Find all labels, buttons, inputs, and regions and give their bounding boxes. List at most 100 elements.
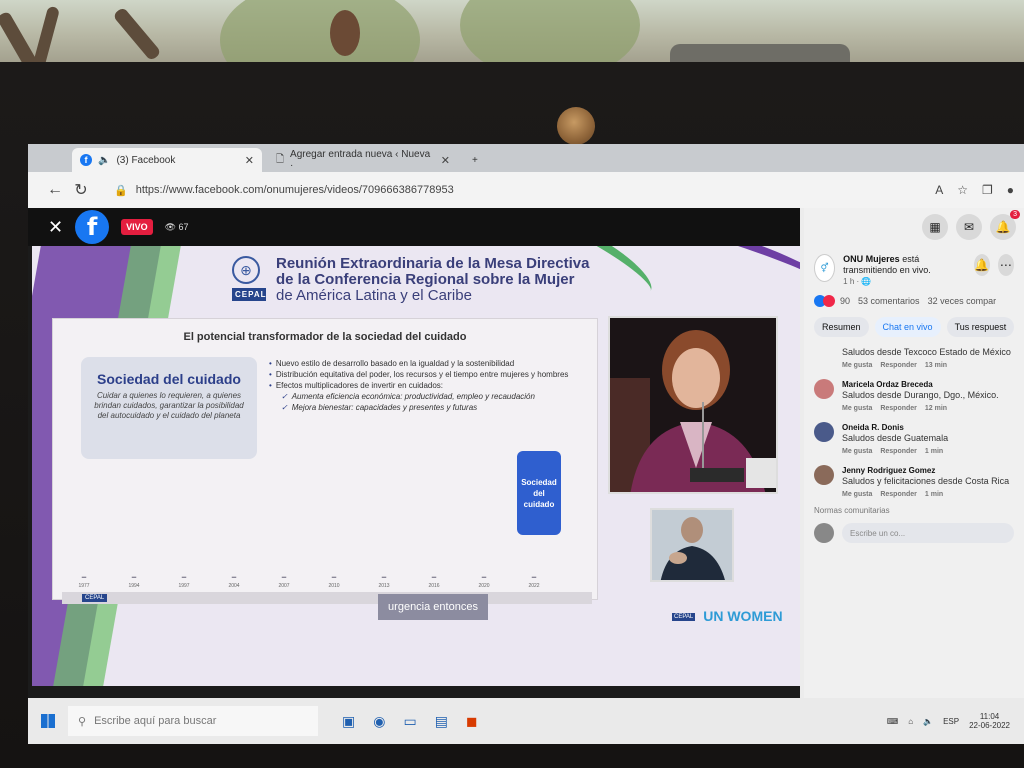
url-text: https://www.facebook.com/onumujeres/vide…: [135, 184, 454, 196]
like-link[interactable]: Me gusta: [842, 448, 872, 455]
reaction-icons: [814, 295, 835, 307]
reply-link[interactable]: Responder: [880, 448, 917, 455]
speaker-portrait: [610, 318, 776, 492]
reply-link[interactable]: Responder: [880, 491, 917, 498]
comment-time: 1 min: [924, 448, 944, 455]
timeline-item: ▬ 1997: [178, 574, 190, 589]
timeline-item: ▬ 2022: [528, 574, 540, 589]
comment-text: Saludos desde Texcoco Estado de México: [842, 347, 1011, 357]
hanging-ornament: [330, 10, 360, 56]
like-link[interactable]: Me gusta: [842, 362, 872, 369]
comment-time: 13 min: [924, 362, 948, 369]
menu-grid-icon[interactable]: ▦: [922, 214, 948, 240]
tab-label: Agregar entrada nueva ‹ Nueva ·: [290, 149, 431, 171]
facebook-icon: f: [80, 154, 92, 166]
reaction-count[interactable]: 90: [840, 296, 850, 306]
comment-time: 12 min: [924, 405, 948, 412]
profile-icon[interactable]: ●: [1007, 183, 1014, 197]
browser-tab-bar: f 🔈 (3) Facebook ✕ 🗋 Agregar entrada nue…: [28, 144, 1024, 172]
subtitle-caption: urgencia entonces: [378, 594, 488, 620]
notifications-icon[interactable]: 🔔 3: [990, 210, 1020, 240]
tab-resumen[interactable]: Resumen: [814, 317, 869, 337]
video-player[interactable]: ✕ f VIVO 👁 67 ⊕ CEPAL Reunión Extraordin…: [28, 208, 800, 698]
love-reaction-icon: [823, 295, 835, 307]
community-norms-link[interactable]: Normas comunitarias: [804, 504, 1024, 517]
windows-taskbar: ⚲ Escribe aquí para buscar ▣ ◉ ▭ ▤ ◼ ⌨ ⌂…: [28, 698, 1024, 744]
reply-link[interactable]: Responder: [880, 405, 917, 412]
read-aloud-icon[interactable]: A: [935, 183, 943, 197]
timeline-item: ▬ 2020: [478, 574, 490, 589]
office-icon[interactable]: ◼: [466, 713, 478, 730]
network-icon[interactable]: ⌂: [908, 717, 913, 726]
comment-item: Saludos desde Texcoco Estado de México M…: [804, 343, 1024, 375]
close-tab-icon[interactable]: ✕: [245, 154, 254, 167]
comment-author[interactable]: Maricela Ordaz Breceda: [842, 379, 999, 390]
check-item: Mejora bienestar: capacidades y presente…: [269, 403, 581, 413]
system-tray: ⌨ ⌂ 🔈 ESP 11:04 22-06-2022: [887, 712, 1024, 730]
tab-agregar-entrada[interactable]: 🗋 Agregar entrada nueva ‹ Nueva · ✕: [268, 148, 458, 172]
search-placeholder: Escribe aquí para buscar: [94, 715, 217, 727]
taskbar-search[interactable]: ⚲ Escribe aquí para buscar: [68, 706, 318, 736]
timeline-item: ▬ 2016: [428, 574, 440, 589]
like-link[interactable]: Me gusta: [842, 491, 872, 498]
comment-text: Saludos y felicitaciones desde Costa Ric…: [842, 476, 1010, 486]
store-icon[interactable]: ▤: [435, 713, 448, 730]
webcam-cover: [557, 107, 595, 145]
comment-time: 1 min: [924, 491, 944, 498]
comment-item: Jenny Rodriguez Gomez Saludos y felicita…: [804, 461, 1024, 504]
file-explorer-icon[interactable]: ▭: [403, 713, 416, 730]
edge-icon[interactable]: ◉: [373, 713, 385, 730]
footer-cepal-logo: CEPAL: [82, 594, 108, 602]
page-name[interactable]: ONU Mujeres: [843, 254, 900, 264]
collections-icon[interactable]: ❐: [982, 183, 993, 197]
comment-input[interactable]: Escribe un co...: [842, 523, 1014, 543]
facebook-logo-icon[interactable]: f: [75, 210, 110, 244]
comment-text: Saludos desde Durango, Dgo., México.: [842, 390, 999, 400]
tab-chat-en-vivo[interactable]: Chat en vivo: [874, 317, 941, 337]
task-view-icon[interactable]: ▣: [342, 713, 355, 730]
share-count[interactable]: 32 veces compar: [928, 296, 997, 306]
comment-item: Oneida R. Donis Saludos desde Guatemala …: [804, 418, 1024, 461]
close-tab-icon[interactable]: ✕: [441, 154, 450, 167]
windows-start-icon[interactable]: [28, 714, 68, 728]
language-indicator[interactable]: ESP: [943, 717, 959, 726]
keyboard-icon[interactable]: ⌨: [887, 717, 899, 726]
avatar[interactable]: [814, 422, 834, 442]
comment-count[interactable]: 53 comentarios: [858, 296, 920, 306]
comment-author[interactable]: Jenny Rodriguez Gomez: [842, 465, 1009, 476]
page-time: 1 h · 🌐: [843, 277, 872, 286]
user-avatar[interactable]: [814, 523, 834, 543]
bell-icon[interactable]: 🔔: [973, 254, 990, 276]
title-line: Reunión Extraordinaria de la Mesa Direct…: [276, 255, 590, 272]
onu-mujeres-avatar[interactable]: ⚥: [814, 254, 836, 282]
clock[interactable]: 11:04 22-06-2022: [969, 712, 1010, 730]
bullet-list: Nuevo estilo de desarrollo basado en la …: [269, 359, 581, 414]
address-bar: ← ↻ 🔒 https://www.facebook.com/onumujere…: [28, 172, 1024, 208]
viewer-number: 67: [178, 221, 189, 232]
tab-tus-respuestas[interactable]: Tus respuest: [946, 317, 1015, 337]
bullet-item: Efectos multiplicadores de invertir en c…: [269, 381, 581, 391]
title-line: de América Latina y el Caribe: [276, 287, 472, 304]
comment-author[interactable]: Oneida R. Donis: [842, 422, 951, 433]
timeline-item: ▬ 2004: [228, 574, 240, 589]
lock-icon: 🔒: [114, 184, 128, 197]
messenger-icon[interactable]: ✉: [956, 214, 982, 240]
more-options-icon[interactable]: ⋯: [997, 254, 1014, 276]
tab-facebook[interactable]: f 🔈 (3) Facebook ✕: [72, 148, 262, 172]
back-icon[interactable]: ←: [42, 181, 68, 199]
avatar[interactable]: [814, 465, 834, 485]
like-link[interactable]: Me gusta: [842, 405, 872, 412]
close-video-icon[interactable]: ✕: [48, 217, 63, 238]
timeline-item: ▬ 1994: [128, 574, 140, 589]
volume-icon[interactable]: 🔈: [923, 717, 933, 726]
comment-item: Maricela Ordaz Breceda Saludos desde Dur…: [804, 375, 1024, 418]
pinned-apps: ▣ ◉ ▭ ▤ ◼: [342, 713, 478, 730]
slide-footer: CEPAL: [62, 592, 592, 604]
url-field[interactable]: 🔒 https://www.facebook.com/onumujeres/vi…: [114, 184, 454, 197]
favorite-icon[interactable]: ☆: [957, 183, 968, 197]
avatar[interactable]: [814, 379, 834, 399]
new-tab-button[interactable]: +: [464, 148, 486, 172]
reload-icon[interactable]: ↻: [68, 180, 94, 200]
notification-badge: 3: [1010, 210, 1020, 219]
reply-link[interactable]: Responder: [880, 362, 917, 369]
